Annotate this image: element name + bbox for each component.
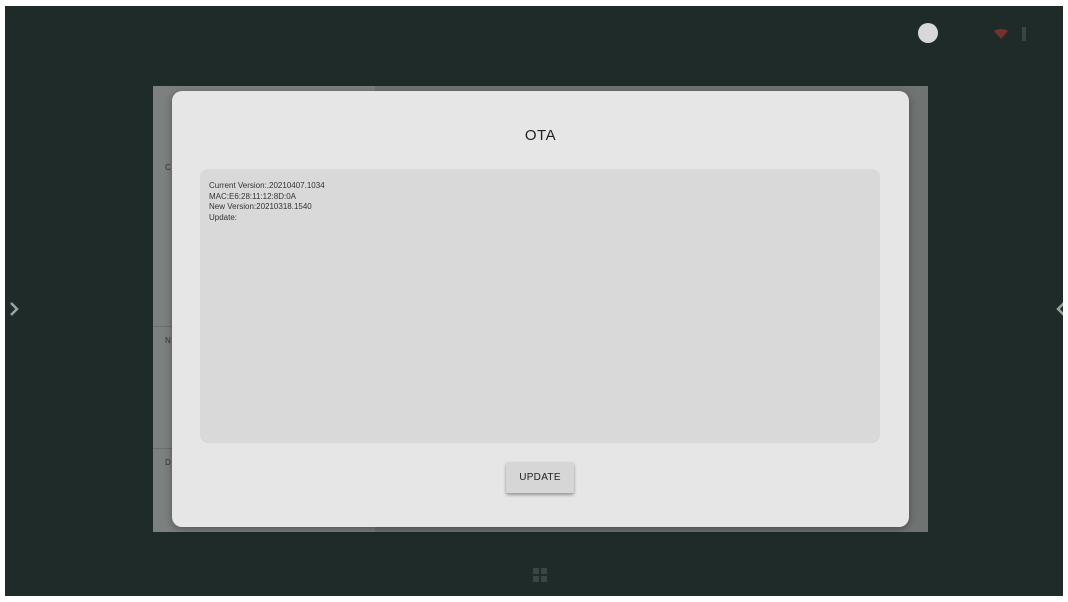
desktop-screen: C N D OTA Current Version:.20210407.1034… <box>5 6 1063 596</box>
update-button[interactable]: UPDATE <box>506 462 574 493</box>
ota-dialog: OTA Current Version:.20210407.1034 MAC:E… <box>172 91 909 527</box>
chevron-left-icon[interactable] <box>1054 298 1063 320</box>
update-status-text: Update: <box>209 212 238 222</box>
wifi-icon <box>994 29 1008 39</box>
ota-info-text: Current Version:.20210407.1034 MAC:E6:28… <box>209 181 325 223</box>
current-version-text: Current Version:.20210407.1034 <box>209 181 325 190</box>
status-dot-icon[interactable] <box>918 23 938 43</box>
mac-address-text: MAC:E6:28:11:12:8D:0A <box>209 191 297 201</box>
dialog-title: OTA <box>524 127 557 144</box>
new-version-text: New Version:20210318.1540 <box>209 202 312 211</box>
ota-info-box: Current Version:.20210407.1034 MAC:E6:28… <box>200 169 880 443</box>
windows-icon[interactable] <box>533 568 547 582</box>
chevron-right-icon[interactable] <box>7 298 21 320</box>
signal-icon <box>1022 27 1026 41</box>
